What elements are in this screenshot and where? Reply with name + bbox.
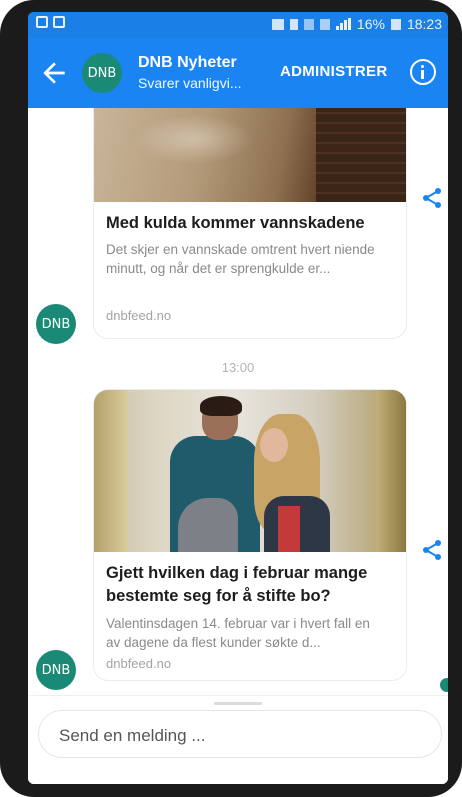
- status-bar: 16% 18:23: [28, 12, 448, 38]
- chat-subtitle: Svarer vanligvi...: [138, 75, 242, 91]
- message-composer[interactable]: [38, 710, 442, 758]
- screenshot-icon: [36, 16, 48, 28]
- chat-title[interactable]: DNB Nyheter: [138, 54, 237, 72]
- bluetooth-icon: [289, 18, 298, 30]
- article-card[interactable]: Gjett hvilken dag i februar mange bestem…: [94, 390, 406, 680]
- arrow-left-icon[interactable]: [38, 57, 70, 89]
- manage-button[interactable]: ADMINISTRER: [280, 63, 387, 80]
- image-detail: [244, 414, 334, 552]
- article-source: dnbfeed.no: [106, 656, 172, 671]
- status-time: 18:23: [406, 16, 442, 32]
- phone-frame: 16% 18:23 DNB DNB Nyheter Svarer vanligv…: [0, 0, 462, 797]
- avatar[interactable]: DNB: [36, 650, 76, 690]
- info-icon[interactable]: [410, 59, 436, 85]
- message-list[interactable]: Med kulda kommer vannskadene Det skjer e…: [28, 108, 448, 708]
- avatar[interactable]: DNB: [82, 53, 122, 93]
- article-source: dnbfeed.no: [106, 308, 172, 323]
- article-card[interactable]: Med kulda kommer vannskadene Det skjer e…: [94, 108, 406, 338]
- image-detail: [316, 108, 406, 202]
- article-image[interactable]: [94, 108, 406, 202]
- drag-handle[interactable]: [214, 702, 262, 705]
- seen-indicator-icon: [440, 678, 448, 692]
- message-input[interactable]: [59, 724, 419, 748]
- article-title[interactable]: Med kulda kommer vannskadene: [106, 212, 398, 235]
- article-title[interactable]: Gjett hvilken dag i februar mange bestem…: [106, 562, 398, 608]
- image-icon: [271, 18, 284, 30]
- image-detail: [178, 498, 238, 552]
- article-description: Valentinsdagen 14. februar var i hvert f…: [106, 616, 370, 650]
- share-icon[interactable]: [420, 538, 444, 562]
- image-detail: [376, 390, 406, 552]
- status-right: 16% 18:23: [271, 16, 442, 32]
- composer-area: [28, 695, 448, 784]
- article-image[interactable]: [94, 390, 406, 552]
- app-bar: DNB DNB Nyheter Svarer vanligvi... ADMIN…: [28, 38, 448, 108]
- battery-icon: [390, 18, 401, 30]
- share-icon[interactable]: [420, 186, 444, 210]
- avatar[interactable]: DNB: [36, 304, 76, 344]
- signal-icon: [335, 18, 351, 30]
- screen: 16% 18:23 DNB DNB Nyheter Svarer vanligv…: [28, 12, 448, 784]
- article-description: Det skjer en vannskade omtrent hvert nie…: [106, 242, 375, 276]
- notification-icon: [53, 16, 65, 28]
- wifi-icon: [319, 18, 330, 30]
- vibrate-icon: [303, 18, 314, 30]
- status-left-icons: [36, 16, 65, 28]
- timestamp: 13:00: [221, 360, 255, 375]
- battery-percent: 16%: [356, 16, 385, 32]
- image-detail: [134, 114, 254, 164]
- image-detail: [94, 390, 128, 552]
